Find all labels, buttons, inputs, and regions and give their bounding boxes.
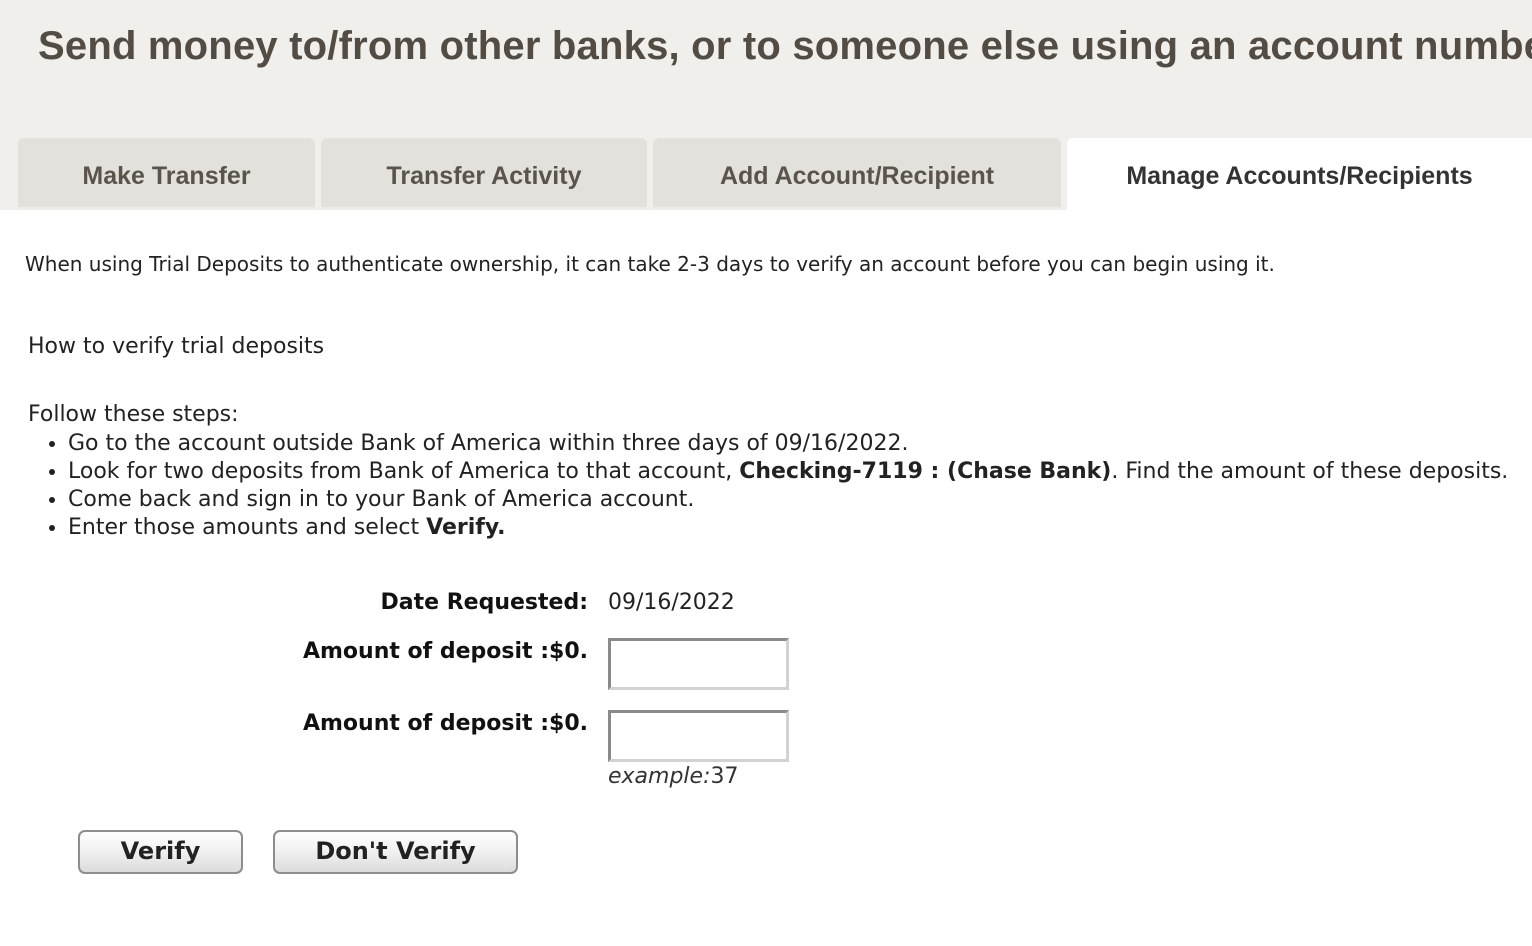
example-hint: example:37 (608, 764, 739, 789)
amount-2-label: Amount of deposit :$0. (302, 711, 588, 736)
trial-deposit-info-text: When using Trial Deposits to authenticat… (25, 252, 1275, 276)
verify-keyword: Verify. (426, 515, 506, 540)
page-title: Send money to/from other banks, or to so… (38, 24, 1532, 68)
step-item: Go to the account outside Bank of Americ… (68, 430, 1528, 458)
amount-1-input[interactable] (608, 638, 789, 690)
step-text: Enter those amounts and select (68, 515, 427, 540)
step-text: Look for two deposits from Bank of Ameri… (68, 459, 740, 484)
step-item: Come back and sign in to your Bank of Am… (68, 486, 1528, 514)
amount-2-input[interactable] (608, 710, 789, 762)
verify-button[interactable]: Verify (78, 830, 243, 874)
tab-make-transfer[interactable]: Make Transfer (18, 138, 315, 210)
account-name: Checking-7119 : (Chase Bank) (739, 459, 1112, 484)
step-text: Come back and sign in to your Bank of Am… (68, 487, 695, 512)
step-text: Go to the account outside Bank of Americ… (68, 431, 909, 456)
how-to-verify-heading: How to verify trial deposits (28, 334, 325, 359)
step-text: . Find the amount of these deposits. (1111, 459, 1509, 484)
date-requested-value: 09/16/2022 (608, 590, 735, 615)
dont-verify-button[interactable]: Don't Verify (273, 830, 518, 874)
step-item: Look for two deposits from Bank of Ameri… (68, 458, 1528, 486)
step-item: Enter those amounts and select Verify. (68, 514, 1528, 542)
steps-list: Go to the account outside Bank of Americ… (28, 430, 1528, 542)
steps-intro: Follow these steps: (28, 402, 239, 427)
amount-1-label: Amount of deposit :$0. (302, 639, 588, 664)
tab-add-account-recipient[interactable]: Add Account/Recipient (653, 138, 1061, 210)
example-label: example: (608, 764, 711, 789)
date-requested-label: Date Requested: (380, 590, 588, 615)
tab-transfer-activity[interactable]: Transfer Activity (321, 138, 647, 210)
example-value: 37 (710, 764, 739, 789)
tab-manage-accounts-recipients[interactable]: Manage Accounts/Recipients (1067, 138, 1532, 210)
